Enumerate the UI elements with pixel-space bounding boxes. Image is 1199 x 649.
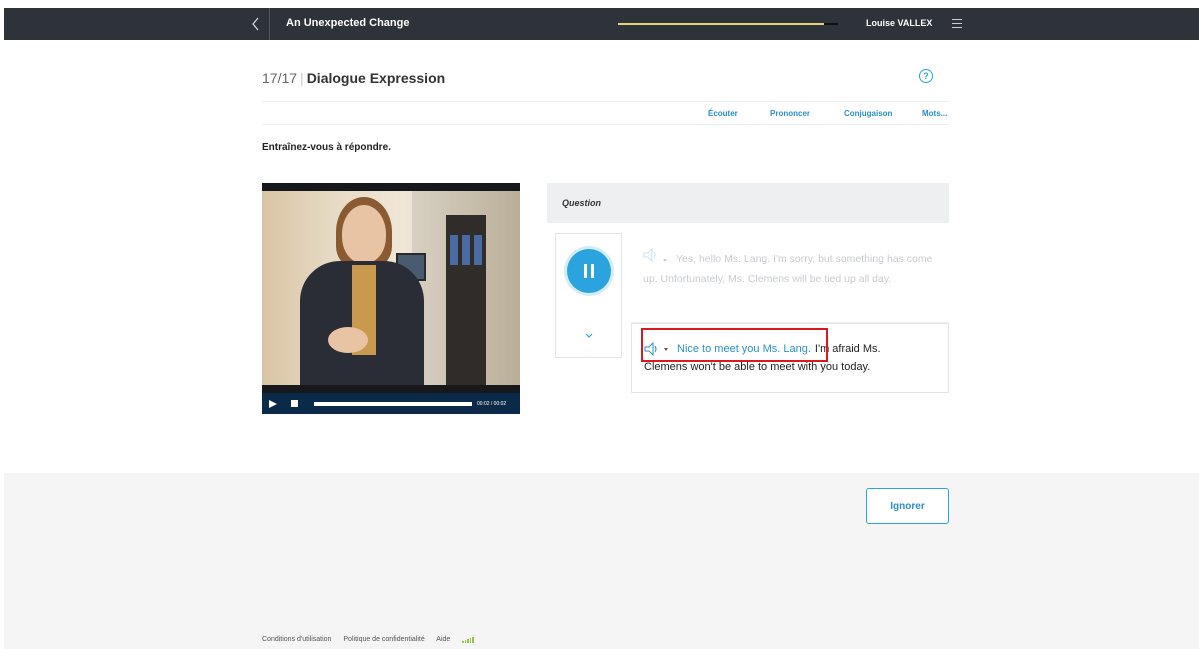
course-title: An Unexpected Change	[286, 17, 410, 29]
header-separator: |	[300, 70, 304, 86]
hamburger-menu-icon[interactable]	[952, 16, 966, 30]
chevron-down-icon[interactable]	[584, 332, 594, 340]
chevron-left-icon	[251, 17, 258, 31]
video-scrubber-fill	[314, 401, 472, 406]
lesson-progress-end	[824, 23, 838, 25]
footer-links: Conditions d'utilisation Politique de co…	[262, 636, 475, 643]
speaker-icon[interactable]	[643, 248, 659, 262]
video-time: 00:02 / 00:02	[477, 400, 507, 407]
help-icon[interactable]: ?	[919, 69, 933, 83]
tool-mots[interactable]: Mots...	[922, 109, 947, 118]
lesson-progress-bar	[618, 23, 838, 25]
video-frame	[262, 191, 520, 385]
stop-icon	[290, 400, 298, 407]
page-title: Dialogue Expression	[306, 70, 446, 86]
top-bar: An Unexpected Change Louise VALLEX	[4, 8, 1199, 40]
answer-highlight	[641, 328, 828, 362]
video-player[interactable]: 00:02 / 00:02	[262, 183, 520, 414]
user-name[interactable]: Louise VALLEX	[866, 18, 932, 28]
play-button[interactable]	[262, 393, 284, 414]
back-button[interactable]	[242, 8, 270, 40]
page-header: 17/17 | Dialogue Expression	[262, 70, 445, 86]
caret-down-icon[interactable]	[663, 259, 667, 262]
question-label: Question	[562, 198, 602, 208]
question-header: Question	[547, 183, 949, 223]
signal-strength-icon	[462, 636, 475, 643]
privacy-link[interactable]: Politique de confidentialité	[343, 636, 424, 643]
divider	[262, 101, 949, 102]
dialogue-message-1: Yes, hello Ms. Lang. I'm sorry, but some…	[631, 233, 949, 323]
app-frame: An Unexpected Change Louise VALLEX 17/17…	[4, 8, 1199, 649]
terms-link[interactable]: Conditions d'utilisation	[262, 636, 331, 643]
ignore-button[interactable]: Ignorer	[866, 488, 949, 524]
help-link[interactable]: Aide	[436, 636, 450, 643]
message-2-text-line2: Clemens won't be able to meet with you t…	[644, 361, 871, 373]
video-controls: 00:02 / 00:02	[262, 393, 520, 414]
play-icon	[269, 399, 277, 408]
message-1-text: Yes, hello Ms. Lang. I'm sorry, but some…	[643, 253, 933, 285]
stop-button[interactable]	[284, 393, 304, 414]
pause-icon	[584, 264, 587, 278]
page-counter: 17/17	[262, 70, 298, 86]
playback-panel	[555, 233, 622, 358]
tool-ecouter[interactable]: Écouter	[708, 109, 738, 118]
divider	[262, 124, 949, 125]
pause-button[interactable]	[567, 249, 611, 293]
tool-conjugaison[interactable]: Conjugaison	[844, 109, 892, 118]
footer-area: Ignorer Conditions d'utilisation Politiq…	[4, 473, 1199, 649]
instruction-text: Entraînez-vous à répondre.	[262, 142, 391, 153]
video-scrubber[interactable]	[314, 401, 472, 406]
tool-prononcer[interactable]: Prononcer	[770, 109, 810, 118]
